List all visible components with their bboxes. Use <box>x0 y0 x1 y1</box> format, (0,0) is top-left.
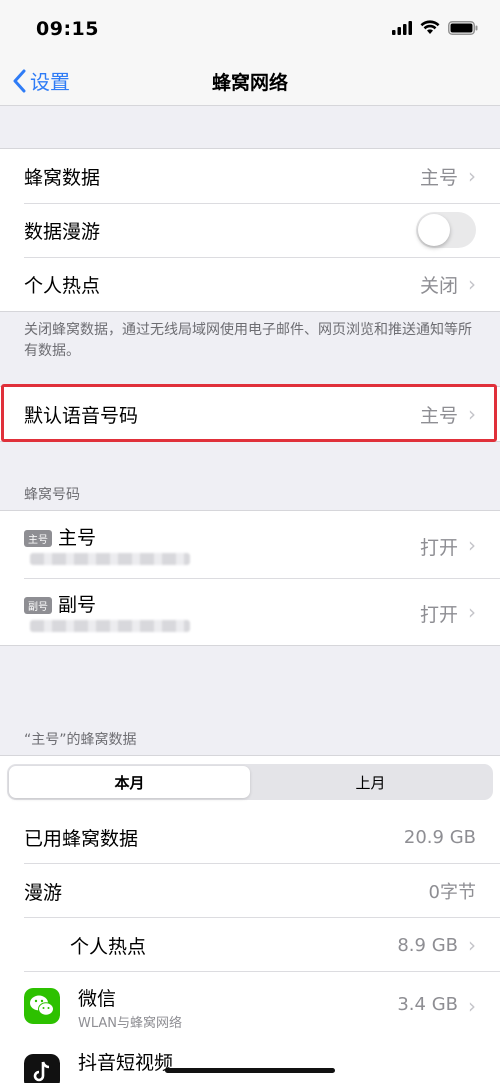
roaming-label: 漫游 <box>24 881 63 904</box>
sim-secondary-row[interactable]: 副号 副号 打开 › <box>0 578 500 645</box>
used-data-label: 已用蜂窝数据 <box>24 827 139 850</box>
used-data-row: 已用蜂窝数据 20.9 GB <box>0 810 500 864</box>
usage-hotspot-row[interactable]: 个人热点 8.9 GB › <box>0 918 500 972</box>
sim-badge-secondary: 副号 <box>24 597 52 614</box>
hotspot-label: 个人热点 <box>24 274 101 297</box>
status-bar: 09:15 <box>0 0 500 56</box>
app-row-douyin: 抖音短视频 <box>0 1042 500 1083</box>
sim-primary-row[interactable]: 主号 主号 打开 › <box>0 511 500 578</box>
signal-icon <box>392 20 412 35</box>
blurred-phone-number <box>30 620 190 632</box>
douyin-icon <box>24 1054 60 1083</box>
roaming-value: 0字节 <box>428 882 476 903</box>
home-indicator <box>165 1068 335 1073</box>
status-time: 09:15 <box>36 18 99 40</box>
usage-hotspot-label: 个人热点 <box>70 935 147 958</box>
usage-section-header: “主号”的蜂窝数据 <box>24 732 137 748</box>
chevron-right-icon: › <box>468 994 476 1018</box>
app-row-wechat: 微信 WLAN与蜂窝网络 3.4 GB › <box>0 972 500 1042</box>
chevron-right-icon: › <box>468 272 476 296</box>
data-roaming-toggle[interactable] <box>416 212 476 248</box>
blurred-phone-number <box>30 553 190 565</box>
sim-secondary-value: 打开 <box>419 604 458 626</box>
hotspot-row[interactable]: 个人热点 关闭 › <box>0 257 500 311</box>
nav-bar: 设置 蜂窝网络 <box>0 56 500 106</box>
hotspot-value: 关闭 <box>419 274 458 297</box>
sim-primary-label: 主号 <box>58 527 97 549</box>
cellular-data-value: 主号 <box>419 166 458 189</box>
wechat-name: 微信 <box>78 988 117 1010</box>
chevron-right-icon: › <box>468 164 476 188</box>
chevron-right-icon: › <box>468 533 476 557</box>
wifi-icon <box>420 20 440 34</box>
usage-hotspot-value: 8.9 GB <box>397 934 458 956</box>
tab-this-month[interactable]: 本月 <box>9 766 250 798</box>
sim-primary-value: 打开 <box>419 537 458 559</box>
sim-badge-primary: 主号 <box>24 530 52 547</box>
toggle-knob <box>418 214 450 246</box>
tab-last-month[interactable]: 上月 <box>250 766 491 798</box>
data-roaming-row: 数据漫游 <box>0 203 500 257</box>
chevron-right-icon: › <box>468 600 476 624</box>
status-icons <box>392 20 478 35</box>
wechat-usage-value: 3.4 GB <box>397 994 458 1015</box>
cellular-data-row[interactable]: 蜂窝数据 主号 › <box>0 149 500 203</box>
cellular-settings-group: 蜂窝数据 主号 › 数据漫游 个人热点 关闭 › <box>0 148 500 312</box>
usage-group: 已用蜂窝数据 20.9 GB 漫游 0字节 个人热点 8.9 GB › 微信 W… <box>0 810 500 1083</box>
sim-section-header: 蜂窝号码 <box>24 487 80 503</box>
data-roaming-label: 数据漫游 <box>24 220 101 243</box>
douyin-name: 抖音短视频 <box>78 1052 174 1074</box>
battery-icon <box>448 20 478 35</box>
sim-secondary-label: 副号 <box>58 594 97 616</box>
page-title: 蜂窝网络 <box>211 72 288 94</box>
highlight-box <box>1 384 497 442</box>
cellular-data-label: 蜂窝数据 <box>24 166 101 189</box>
period-segmented-control: 本月 上月 <box>7 764 493 800</box>
cellular-footnote: 关闭蜂窝数据，通过无线局域网使用电子邮件、网页浏览和推送通知等所有数据。 <box>24 322 472 359</box>
roaming-row: 漫游 0字节 <box>0 864 500 918</box>
sim-group: 主号 主号 打开 › 副号 副号 打开 › <box>0 510 500 646</box>
wechat-network: WLAN与蜂窝网络 <box>78 1016 183 1031</box>
used-data-value: 20.9 GB <box>403 826 476 848</box>
wechat-icon <box>24 988 60 1024</box>
chevron-right-icon: › <box>468 933 476 957</box>
